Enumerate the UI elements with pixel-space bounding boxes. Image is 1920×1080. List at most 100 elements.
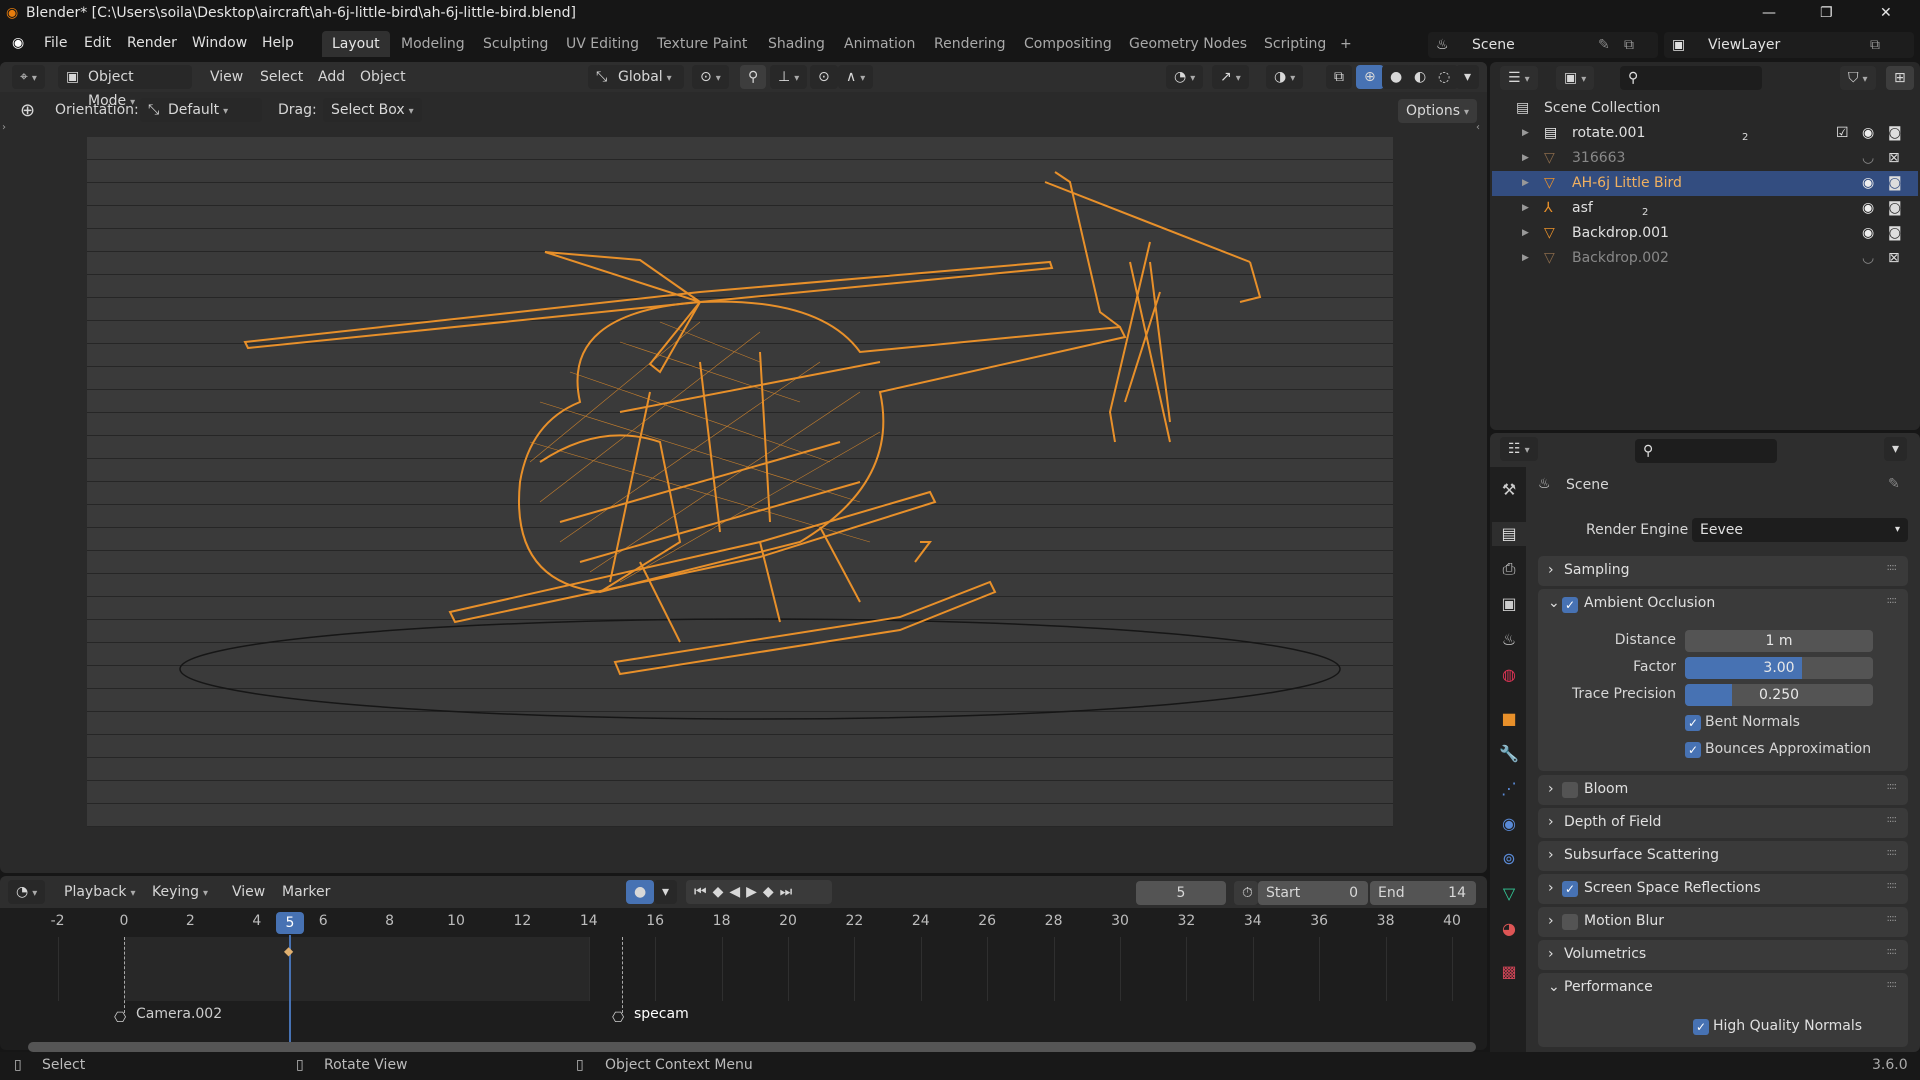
end-frame-field[interactable]: End 14 [1370, 881, 1476, 905]
data-tab-icon[interactable]: ▽ [1497, 882, 1521, 906]
timeline-scrollbar[interactable] [28, 1042, 1476, 1052]
high-quality-normals-checkbox[interactable]: ✓ [1693, 1019, 1709, 1035]
panel-label[interactable]: Bloom [1584, 781, 1628, 797]
properties-options-button[interactable]: ▾ [1884, 437, 1908, 461]
panel-sampling[interactable]: › Sampling:::: [1538, 556, 1908, 586]
properties-search-input[interactable]: ⚲ [1635, 439, 1777, 463]
panel-label[interactable]: Depth of Field [1564, 814, 1661, 830]
expand-arrow-icon[interactable]: ▶ [1522, 171, 1529, 196]
world-tab-icon[interactable]: ◍ [1497, 663, 1521, 687]
viewlayer-selector[interactable]: ▣ ViewLayer ⧉ [1664, 32, 1914, 58]
outliner-item-name[interactable]: 316663 [1572, 146, 1625, 171]
close-button[interactable]: ✕ [1880, 0, 1892, 27]
expand-icon[interactable]: › [1548, 814, 1554, 830]
view-layer-filter-button[interactable]: ▣ ▾ [1556, 66, 1595, 90]
expand-arrow-icon[interactable]: ▶ [1522, 246, 1529, 271]
panel-enable-checkbox[interactable]: ✓ [1562, 881, 1578, 897]
sidebar-expand-icon[interactable]: ‹ [1476, 122, 1480, 133]
scene-tab-icon[interactable]: ♨ [1497, 628, 1521, 652]
menu-window[interactable]: Window [192, 35, 247, 51]
properties-panel[interactable]: › Volumetrics :::: [1538, 940, 1908, 970]
panel-enable-checkbox[interactable] [1562, 914, 1578, 930]
blender-menu-icon[interactable]: ◉ [12, 35, 24, 51]
timeline-menu-playback[interactable]: Playback ▾ [64, 884, 136, 900]
minimize-button[interactable]: — [1762, 0, 1776, 27]
expand-arrow-icon[interactable]: ▶ [1522, 196, 1529, 221]
3d-viewport[interactable]: ⌖ ▾ ▣ Object Mode ▾ View Select Add Object … [0, 62, 1487, 873]
outliner-item-name[interactable]: rotate.001 [1572, 121, 1645, 146]
expand-icon[interactable]: › [1548, 880, 1554, 896]
playhead-frame-indicator[interactable]: 5 [276, 912, 304, 934]
tool-tab-icon[interactable]: ⚒ [1497, 478, 1521, 502]
new-viewlayer-icon[interactable]: ⧉ [1870, 32, 1880, 58]
eye-icon[interactable]: ◉ [1862, 171, 1874, 196]
drag-handle-icon[interactable]: :::: [1887, 847, 1898, 858]
expand-arrow-icon[interactable]: ▶ [1522, 146, 1529, 171]
factor-slider[interactable]: 3.00 [1685, 657, 1873, 679]
outliner-row[interactable]: ▶ ▤ rotate.001 2 ☑ ◉ ◙ [1492, 121, 1918, 146]
new-collection-button[interactable]: ⊞ [1886, 66, 1914, 90]
outliner-row[interactable]: ▶ ⅄ asf 2 ◉ ◙ [1492, 196, 1918, 221]
expand-icon[interactable]: › [1548, 913, 1554, 929]
particles-tab-icon[interactable]: ⋰ [1497, 777, 1521, 801]
timeline-menu-keying[interactable]: Keying ▾ [152, 884, 208, 900]
tab-geometry-nodes[interactable]: Geometry Nodes [1119, 31, 1257, 57]
outliner-item-name[interactable]: asf [1572, 196, 1593, 221]
drag-handle-icon[interactable]: :::: [1887, 781, 1898, 792]
marker-label[interactable]: specam [634, 1006, 689, 1022]
material-tab-icon[interactable]: ◕ [1497, 917, 1521, 941]
expand-icon[interactable]: › [1548, 847, 1554, 863]
properties-editor-type-button[interactable]: ☷ ▾ [1500, 437, 1538, 461]
bounces-approximation-label[interactable]: Bounces Approximation [1705, 741, 1871, 757]
view-layer-tab-icon[interactable]: ▣ [1497, 592, 1521, 616]
expand-icon[interactable]: › [1548, 781, 1554, 797]
marker-label[interactable]: Camera.002 [136, 1006, 222, 1022]
outliner-row[interactable]: ▶ ▽ AH-6j Little Bird ◉ ◙ [1492, 171, 1918, 196]
outliner-row[interactable]: ▶ ▽ Backdrop.002 ◡ ⊠ [1492, 246, 1918, 271]
scene-selector[interactable]: ♨ Scene ✎ ⧉ [1428, 32, 1658, 58]
drag-handle-icon[interactable]: :::: [1887, 595, 1898, 606]
hidden-eye-icon[interactable]: ◡ [1862, 146, 1874, 171]
bent-normals-label[interactable]: Bent Normals [1705, 714, 1800, 730]
expand-arrow-icon[interactable]: ▶ [1522, 121, 1529, 146]
preview-range-icon[interactable]: ⏱ [1234, 881, 1258, 905]
timeline-menu-view[interactable]: View [232, 884, 265, 900]
tab-shading[interactable]: Shading [758, 31, 835, 57]
exclude-checkbox[interactable]: ☑ [1836, 121, 1849, 146]
render-camera-icon[interactable]: ⊠ [1888, 246, 1900, 271]
tab-scripting[interactable]: Scripting [1254, 31, 1336, 57]
menu-file[interactable]: File [44, 35, 67, 51]
properties-panel[interactable]: › Subsurface Scattering :::: [1538, 841, 1908, 871]
render-camera-icon[interactable]: ◙ [1888, 121, 1902, 146]
filter-button[interactable]: ⛉ ▾ [1840, 66, 1876, 90]
render-camera-icon[interactable]: ◙ [1888, 171, 1902, 196]
outliner-row[interactable]: ▶ ▽ 316663 ◡ ⊠ [1492, 146, 1918, 171]
panel-label[interactable]: Screen Space Reflections [1584, 880, 1761, 896]
tab-layout[interactable]: Layout [322, 31, 390, 57]
outliner-row[interactable]: ▶ ▽ Backdrop.001 ◉ ◙ [1492, 221, 1918, 246]
menu-help[interactable]: Help [262, 35, 294, 51]
modifier-tab-icon[interactable]: 🔧 [1497, 742, 1521, 766]
trace-precision-slider[interactable]: 0.250 [1685, 684, 1873, 706]
physics-tab-icon[interactable]: ◉ [1497, 812, 1521, 836]
tab-uv-editing[interactable]: UV Editing [556, 31, 649, 57]
tab-compositing[interactable]: Compositing [1014, 31, 1122, 57]
collapse-icon[interactable]: ⌄ [1548, 595, 1560, 611]
eye-icon[interactable]: ◉ [1862, 196, 1874, 221]
properties-panel[interactable]: › ✓ Screen Space Reflections :::: [1538, 874, 1908, 904]
menu-edit[interactable]: Edit [84, 35, 111, 51]
panel-label[interactable]: Volumetrics [1564, 946, 1646, 962]
panel-label[interactable]: Subsurface Scattering [1564, 847, 1719, 863]
distance-field[interactable]: 1 m [1685, 630, 1873, 652]
drag-handle-icon[interactable]: :::: [1887, 814, 1898, 825]
scene-collection-row[interactable]: ▤ Scene Collection [1492, 96, 1918, 121]
camera-marker-icon[interactable]: ⎔ [114, 1010, 126, 1026]
object-tab-icon[interactable]: ■ [1497, 707, 1521, 731]
collapse-icon[interactable]: ⌄ [1548, 979, 1560, 995]
expand-icon[interactable]: › [1548, 946, 1554, 962]
panel-label[interactable]: Motion Blur [1584, 913, 1664, 929]
maximize-button[interactable]: ❐ [1820, 0, 1833, 27]
drag-handle-icon[interactable]: :::: [1887, 913, 1898, 924]
drag-handle-icon[interactable]: :::: [1887, 979, 1898, 990]
menu-render[interactable]: Render [127, 35, 177, 51]
